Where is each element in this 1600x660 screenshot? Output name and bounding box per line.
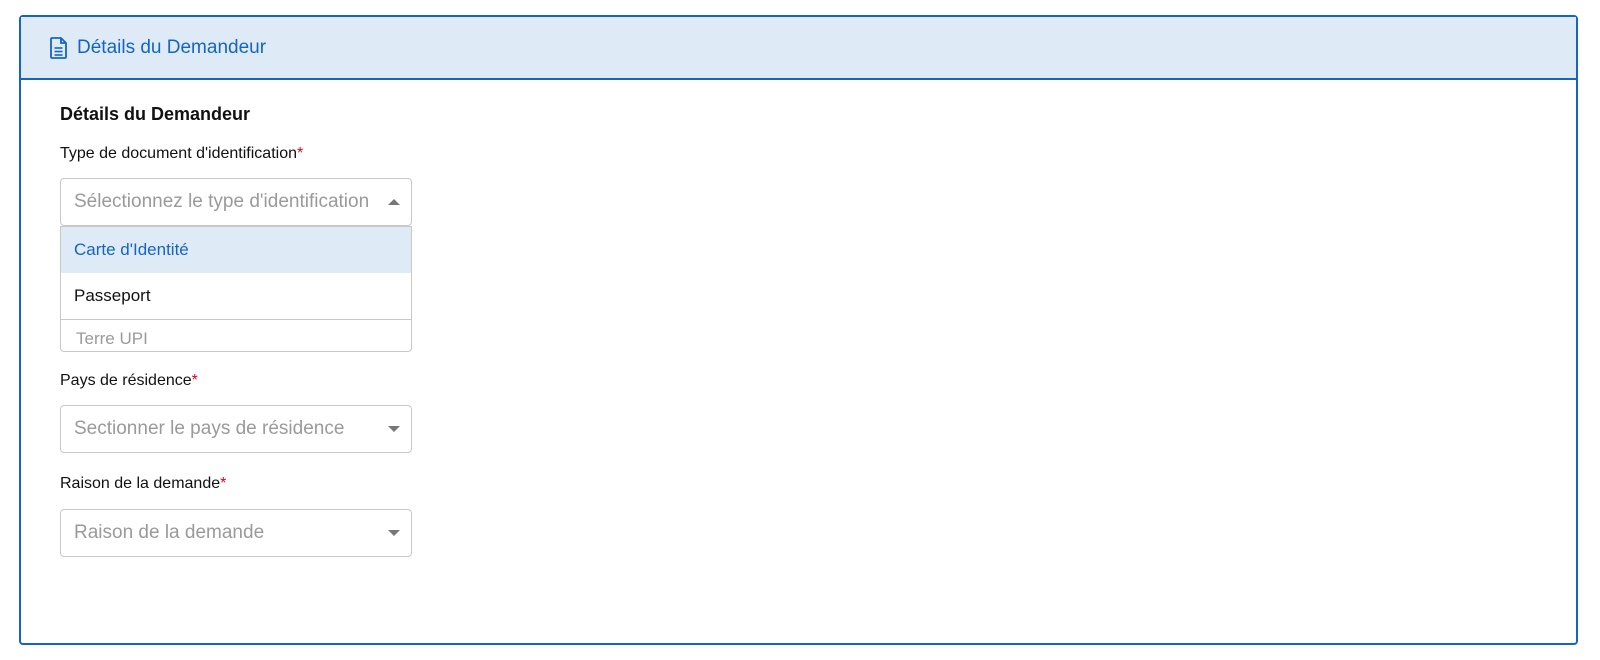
required-mark: * xyxy=(191,372,198,389)
option-passeport[interactable]: Passeport xyxy=(61,273,411,319)
country-label-text: Pays de résidence xyxy=(60,372,192,389)
reason-placeholder: Raison de la demande xyxy=(74,522,265,543)
country-label: Pays de résidence* xyxy=(60,372,198,390)
id-type-label: Type de document d'identification* xyxy=(60,145,303,163)
reason-label-text: Raison de la demande xyxy=(60,475,221,492)
applicant-details-panel: Détails du Demandeur Détails du Demandeu… xyxy=(19,15,1578,645)
reason-label: Raison de la demande* xyxy=(60,475,226,493)
panel-header[interactable]: Détails du Demandeur xyxy=(21,17,1576,80)
reason-select[interactable]: Raison de la demande xyxy=(60,509,412,557)
section-title: Détails du Demandeur xyxy=(60,104,251,124)
required-mark: * xyxy=(220,475,227,492)
panel-header-title: Détails du Demandeur xyxy=(77,36,267,58)
chevron-down-icon xyxy=(377,406,411,452)
option-carte-identite[interactable]: Carte d'Identité xyxy=(61,227,411,273)
document-icon xyxy=(50,36,68,59)
id-type-select[interactable]: Sélectionnez le type d'identification xyxy=(60,178,412,226)
chevron-up-icon xyxy=(377,179,411,225)
id-type-dropdown-menu: Carte d'Identité Passeport xyxy=(60,226,412,320)
chevron-down-icon xyxy=(377,510,411,556)
id-type-label-text: Type de document d'identification xyxy=(60,145,297,162)
partially-hidden-field-text: Terre UPI xyxy=(76,329,148,348)
required-mark: * xyxy=(296,145,304,162)
id-type-placeholder: Sélectionnez le type d'identification xyxy=(74,191,370,212)
country-placeholder: Sectionner le pays de résidence xyxy=(74,418,345,439)
country-select[interactable]: Sectionner le pays de résidence xyxy=(60,405,412,453)
